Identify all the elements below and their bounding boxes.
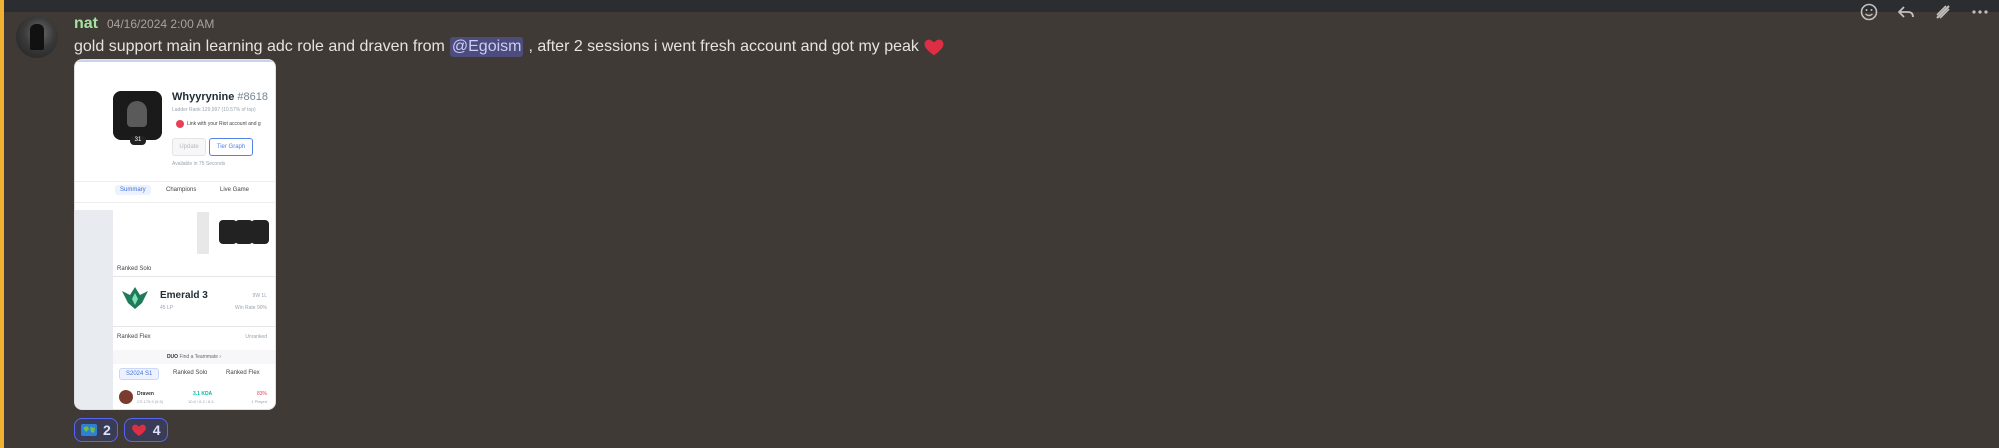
page-sidebar-shade bbox=[75, 210, 113, 409]
message-text: gold support main learning adc role and … bbox=[74, 38, 445, 55]
duo-bar: DUO Find a Teammate › bbox=[113, 350, 275, 364]
message-toolbar bbox=[1850, 0, 1999, 24]
riot-link-row: Link with your Riot account and g bbox=[176, 120, 261, 128]
tab-champions: Champions bbox=[166, 187, 197, 193]
champion-kda-detail: 10.6 / 6.2 / 8.5 bbox=[188, 399, 214, 404]
profile-icon bbox=[113, 91, 162, 140]
tier-graph-button: Tier Graph bbox=[209, 138, 253, 156]
reaction-count: 2 bbox=[103, 422, 111, 438]
champion-cs: CS 179.9 (9.5) bbox=[137, 399, 164, 404]
champion-kda: 3.1 KDA bbox=[193, 391, 213, 397]
tab-live-game: Live Game bbox=[220, 187, 250, 193]
tab-summary: Summary bbox=[115, 185, 151, 195]
update-button: Update bbox=[172, 138, 206, 156]
level-badge: 31 bbox=[130, 136, 146, 145]
avatar[interactable] bbox=[16, 16, 58, 58]
champion-icon bbox=[119, 390, 133, 404]
champion-played: 1 Played bbox=[251, 399, 267, 404]
world-map-icon bbox=[81, 424, 97, 436]
win-loss: 9W 1L bbox=[252, 293, 267, 299]
add-reaction-icon bbox=[1860, 3, 1877, 21]
player-name: Whyyrynine #8618 bbox=[172, 91, 269, 103]
channel-top-strip bbox=[0, 0, 1999, 12]
timestamp[interactable]: 04/16/2024 2:00 AM bbox=[107, 17, 214, 31]
emerald-emblem-icon bbox=[122, 287, 148, 309]
image-attachment[interactable]: 31 Whyyrynine #8618 Ladder Rank 129,997 … bbox=[74, 59, 276, 410]
message-header: nat 04/16/2024 2:00 AM bbox=[74, 15, 214, 35]
league-points: 45 LP bbox=[160, 305, 174, 311]
add-reaction-button[interactable] bbox=[1858, 1, 1880, 23]
reaction-heart[interactable]: 4 bbox=[123, 418, 168, 442]
message-content: gold support main learning adc role and … bbox=[74, 36, 945, 58]
reply-icon bbox=[1897, 6, 1914, 18]
tab-season: S2024 S1 bbox=[119, 368, 160, 380]
reactions: 2 4 bbox=[74, 418, 168, 442]
champion-win-rate: 83% bbox=[256, 391, 267, 397]
forward-button[interactable] bbox=[1932, 1, 1954, 23]
more-options-button[interactable] bbox=[1969, 1, 1991, 23]
reply-button[interactable] bbox=[1895, 1, 1917, 23]
ranked-solo-label: Ranked Solo bbox=[117, 266, 152, 272]
username[interactable]: nat bbox=[74, 15, 98, 33]
heart-icon bbox=[131, 424, 146, 436]
riot-icon bbox=[176, 120, 184, 128]
reaction-count: 4 bbox=[152, 422, 161, 438]
mention-highlight-bar bbox=[0, 0, 4, 448]
user-mention[interactable]: @Egoism bbox=[449, 37, 524, 57]
forward-icon bbox=[1936, 5, 1950, 19]
champion-strip bbox=[113, 208, 275, 256]
tier-name: Emerald 3 bbox=[160, 290, 208, 301]
win-rate: Win Rate 90% bbox=[235, 305, 267, 311]
more-options-icon bbox=[1972, 10, 1988, 14]
tab-season-ranked-flex: Ranked Flex bbox=[226, 370, 260, 376]
tab-season-ranked-solo: Ranked Solo bbox=[173, 370, 208, 376]
available-text: Available in 75 Seconds bbox=[172, 161, 226, 167]
heart-icon bbox=[924, 39, 944, 56]
unranked-label: Unranked bbox=[245, 334, 267, 340]
ranked-flex-label: Ranked Flex bbox=[117, 334, 151, 340]
ladder-rank: Ladder Rank 129,997 (10.57% of top) bbox=[172, 107, 256, 113]
profile-tabs: Summary Champions Live Game bbox=[75, 181, 275, 203]
message-text-continued: , after 2 sessions i went fresh account … bbox=[528, 38, 919, 55]
champion-name: Draven bbox=[137, 391, 154, 397]
reaction-world-map[interactable]: 2 bbox=[74, 418, 118, 442]
